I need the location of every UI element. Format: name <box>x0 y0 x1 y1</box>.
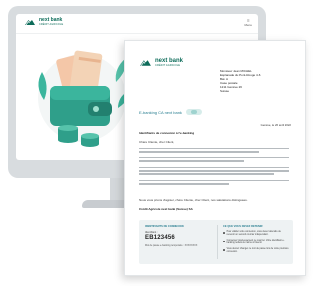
letter-signoff: Nous vous prions d'agréer, chère Cliente… <box>139 198 248 202</box>
tips-panel: CE QUE VOUS DEVEZ RETENIR Pour valider v… <box>223 225 289 257</box>
letter-document: next bank CRÉDIT AGRICOLE Monsieur Jean … <box>124 40 306 276</box>
brand-tagline: CRÉDIT AGRICOLE <box>155 64 181 67</box>
recipient-address: Monsieur Jean MICHEL Esplanade du Pont-R… <box>220 69 260 93</box>
identifier-label: Identifiant : <box>145 231 158 234</box>
identifier-value: EB123456 <box>145 235 175 241</box>
wallet-cards-illustration <box>38 50 130 147</box>
tips-heading: CE QUE VOUS DEVEZ RETENIR <box>223 225 263 228</box>
letter-paragraph <box>139 167 289 177</box>
address-line: Suisse <box>220 89 230 93</box>
wallet-icon <box>50 86 112 126</box>
brand-tagline: CRÉDIT AGRICOLE <box>39 23 64 26</box>
letter-paragraph <box>139 180 289 186</box>
tip-text: Pour valider votre connexion, vous devez… <box>226 231 281 236</box>
letter-date: Genève, le 26 avril 2022 <box>260 123 291 127</box>
site-logo[interactable]: next bank CRÉDIT AGRICOLE <box>24 18 63 26</box>
credentials-box: IDENTIFIANTS DE CONNEXION Identifiant : … <box>139 220 293 264</box>
brand-logo-icon <box>25 19 35 25</box>
site-header: next bank CRÉDIT AGRICOLE ☰ Menu <box>16 14 258 34</box>
credentials-heading: IDENTIFIANTS DE CONNEXION <box>145 225 184 228</box>
bullet-icon <box>223 240 225 243</box>
password-note: Mot de passe e-banking temporaire : XXXX… <box>145 244 198 247</box>
letter-paragraph <box>139 148 289 154</box>
brand-logo-icon <box>140 60 151 66</box>
card-pill-icon <box>185 109 202 115</box>
letter-signature: Crédit Agricole next bank (Suisse) SA <box>139 207 193 211</box>
credentials-panel: IDENTIFIANTS DE CONNEXION Identifiant : … <box>145 225 211 247</box>
tip-text: Vous devrez changer ce mot de passe lors… <box>226 248 289 253</box>
letter-logo: next bank CRÉDIT AGRICOLE <box>139 58 183 67</box>
list-item: Conservez précieusement ce courrier. Vot… <box>223 240 289 246</box>
bullet-icon <box>223 249 225 251</box>
letter-greeting: Chère Cliente, cher Client, <box>139 140 175 144</box>
menu-label: Menu <box>244 23 252 27</box>
letter-subject: Identifiants de connexion à l'e-banking <box>139 131 195 135</box>
list-item: Vous devrez changer ce mot de passe lors… <box>223 248 289 254</box>
ebanking-banner: E-banking CA next bank <box>139 107 293 117</box>
tip-text: Conservez précieusement ce courrier. Vot… <box>226 239 285 245</box>
banner-label: E-banking CA next bank <box>139 109 182 115</box>
bullet-icon <box>223 232 225 234</box>
letter-paragraph <box>139 157 289 163</box>
divider <box>217 225 218 259</box>
menu-button[interactable]: ☰ Menu <box>244 19 252 27</box>
list-item: Pour valider votre connexion, vous devez… <box>223 231 289 237</box>
